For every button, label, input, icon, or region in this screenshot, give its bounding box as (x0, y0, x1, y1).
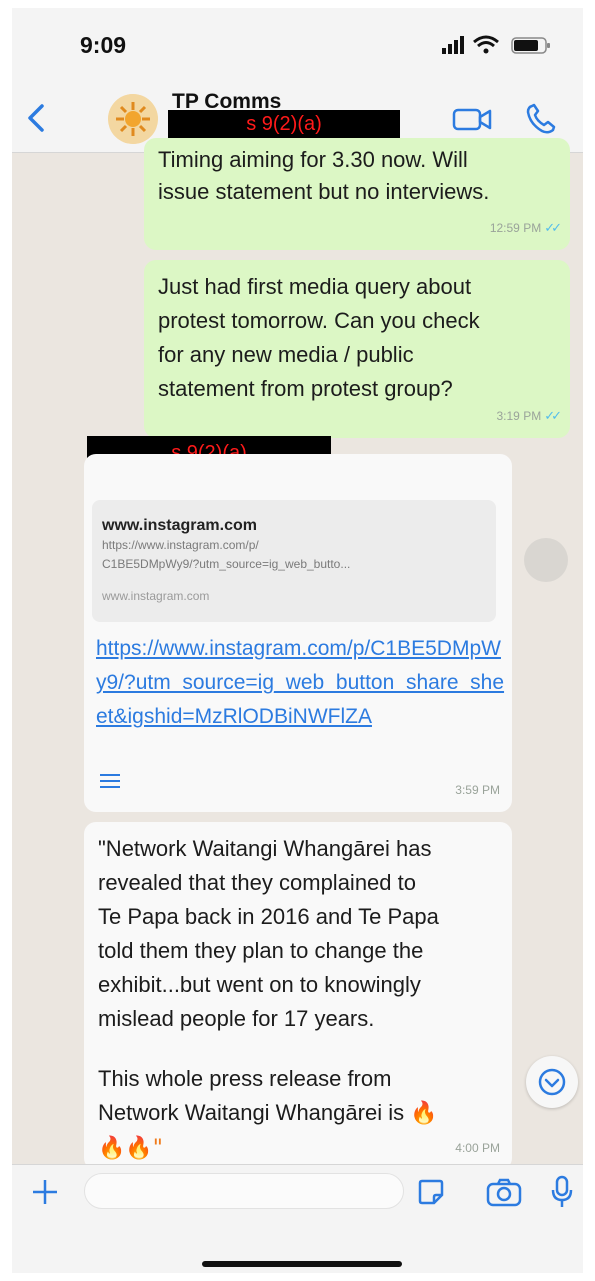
message-input[interactable] (84, 1173, 404, 1209)
message-text: Just had first media query about protest… (158, 274, 480, 401)
back-chevron-icon[interactable] (24, 102, 48, 134)
fire-emoji-icon: 🔥🔥" (98, 1136, 163, 1161)
read-receipt-icon: ✓✓ (544, 220, 562, 235)
preview-url-continued: C1BE5DMpWy9/?utm_source=ig_web_butto... (102, 557, 351, 571)
message-meta: 3:19 PM ✓✓ (496, 400, 562, 432)
phone-call-icon[interactable] (524, 102, 560, 136)
message-meta: 12:59 PM ✓✓ (489, 212, 562, 244)
message-time: 12:59 PM (489, 221, 542, 235)
message-bubble-outgoing[interactable]: Just had first media query about protest… (144, 260, 570, 438)
message-meta: 4:00 PM (455, 1132, 500, 1164)
status-time: 9:09 (80, 32, 127, 58)
avatar[interactable] (108, 94, 158, 144)
message-text-part: This whole press release from Network Wa… (98, 1066, 405, 1125)
microphone-icon[interactable] (550, 1175, 574, 1209)
message-time: 4:00 PM (455, 1141, 500, 1155)
sticker-icon[interactable] (416, 1177, 446, 1207)
message-bubble-incoming[interactable]: www.instagram.com https://www.instagram.… (84, 454, 512, 812)
scroll-down-icon (538, 1068, 566, 1096)
message-input-bar (12, 1164, 583, 1273)
message-time: 3:59 PM (455, 783, 500, 797)
message-text: "Network Waitangi Whangārei has revealed… (98, 836, 439, 1031)
battery-icon (511, 37, 550, 54)
message-text-second-paragraph: This whole press release from Network Wa… (98, 1062, 498, 1166)
home-indicator[interactable] (202, 1261, 402, 1267)
scroll-down-button[interactable] (526, 1056, 578, 1108)
reaction-placeholder-dot (524, 538, 568, 582)
camera-icon[interactable] (486, 1177, 522, 1207)
message-link[interactable]: https://www.instagram.com/p/C1BE5DMpWy9/… (96, 632, 506, 734)
message-time: 3:19 PM (496, 409, 542, 423)
video-call-icon[interactable] (452, 104, 492, 134)
message-bubble-outgoing[interactable]: Timing aiming for 3.30 now. Will issue s… (144, 138, 570, 250)
preview-url: https://www.instagram.com/p/ (102, 538, 259, 552)
wifi-icon (473, 35, 499, 54)
plus-icon[interactable] (30, 1177, 60, 1207)
fire-emoji-icon: 🔥 (410, 1101, 438, 1126)
read-receipt-icon: ✓✓ (544, 408, 562, 423)
chat-screen: 9:09 TP Comms s 9(2)(a) Timing aiming fo… (12, 8, 583, 1273)
status-bar: 9:09 (12, 8, 583, 86)
link-preview-card[interactable]: www.instagram.com https://www.instagram.… (92, 500, 496, 622)
list-menu-icon[interactable] (98, 772, 122, 790)
signal-icon (442, 36, 464, 54)
avatar-sun-icon (108, 94, 158, 144)
message-list[interactable]: Timing aiming for 3.30 now. Will issue s… (12, 138, 583, 1170)
message-meta: 3:59 PM (455, 774, 500, 806)
message-bubble-incoming[interactable]: "Network Waitangi Whangārei has revealed… (84, 822, 512, 1170)
preview-site: www.instagram.com (102, 589, 210, 603)
status-icons (442, 35, 550, 54)
message-text: Timing aiming for 3.30 now. Will issue s… (158, 147, 490, 204)
